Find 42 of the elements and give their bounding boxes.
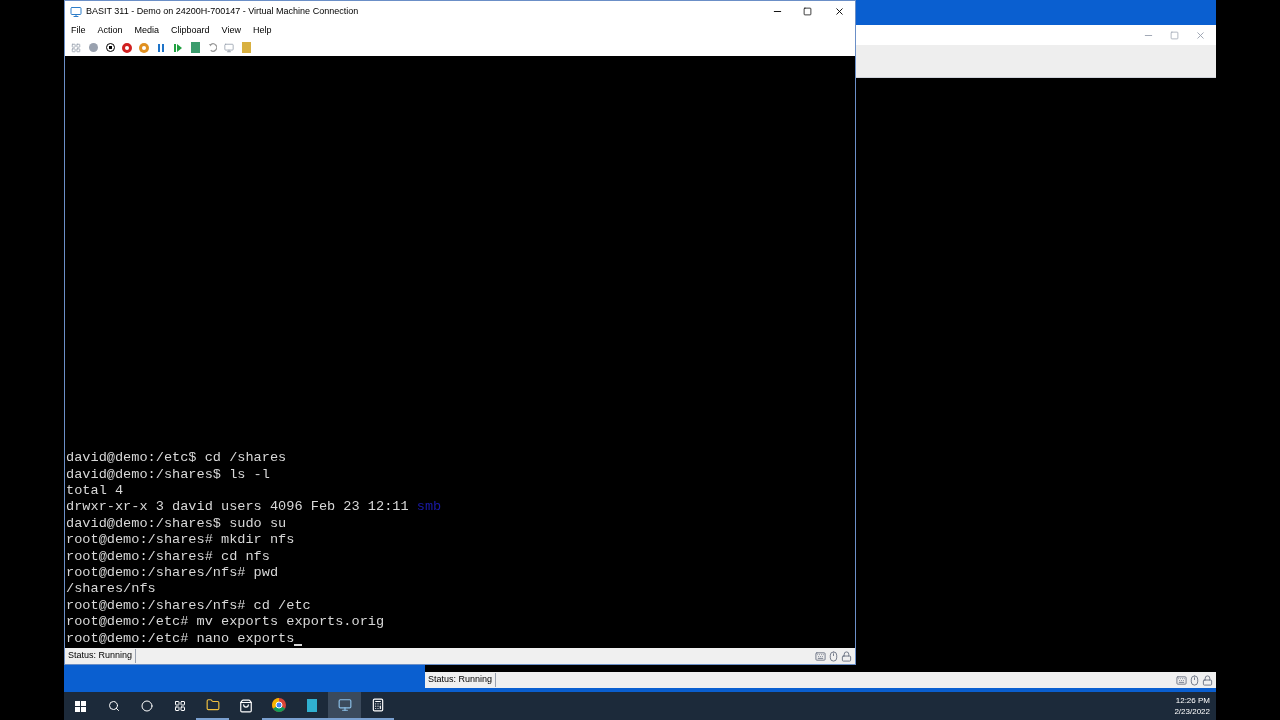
close-icon[interactable]	[834, 6, 845, 17]
terminal-line: root@demo:/shares/nfs# pwd	[66, 565, 279, 582]
terminal-line: total 4	[66, 483, 124, 500]
directory-name: smb	[416, 499, 442, 516]
terminal-line: david@demo:/etc$ cd /shares	[66, 450, 287, 467]
terminal-line: drwxr-xr-x 3 david users 4096 Feb 23 12:11	[66, 499, 410, 516]
folder-icon	[205, 698, 220, 712]
browser-icon	[271, 698, 286, 712]
terminal-line: root@demo:/etc# nano exports	[66, 630, 295, 647]
status-text: Status: Running	[68, 649, 137, 663]
mouse-icon	[1189, 674, 1200, 686]
circle-icon	[140, 700, 153, 712]
shopping-bag-icon	[238, 699, 253, 713]
menu-item[interactable]: Help	[252, 23, 272, 38]
terminal-line: david@demo:/shares$ ls -l	[66, 466, 270, 484]
terminal-line: root@demo:/shares# cd nfs	[66, 548, 270, 566]
search-icon	[107, 700, 120, 712]
menu-item[interactable]: View	[221, 23, 241, 38]
terminal-line: root@demo:/shares/nfs# cd /etc	[66, 597, 311, 615]
status-text: Status: Running	[428, 673, 497, 687]
monitor-icon	[337, 698, 352, 712]
monitor-icon	[70, 5, 82, 18]
calculator-icon	[370, 698, 385, 712]
maximize-icon[interactable]	[803, 7, 812, 16]
mouse-icon	[828, 650, 839, 662]
lock-icon	[841, 650, 852, 662]
menu-item[interactable]: File	[71, 23, 86, 38]
clock-date[interactable]: 2/23/2022	[1174, 706, 1210, 717]
menu-item[interactable]: Action	[97, 23, 123, 38]
keyboard-icon	[1176, 674, 1187, 686]
terminal-line: david@demo:/shares$ sudo su	[66, 515, 287, 533]
task-view-icon	[173, 700, 186, 712]
windows-icon	[75, 700, 86, 712]
terminal-line: root@demo:/etc# mv exports exports.orig	[66, 614, 385, 631]
terminal-line: /shares/nfs	[66, 581, 156, 598]
lock-icon	[1202, 674, 1213, 686]
clock-time[interactable]: 12:26 PM	[1175, 695, 1210, 706]
terminal-line: root@demo:/shares# mkdir nfs	[66, 532, 295, 549]
menu-item[interactable]: Clipboard	[171, 23, 210, 38]
menu-item[interactable]: Media	[134, 23, 160, 38]
keyboard-icon	[815, 650, 826, 662]
window-title: BASIT 311 - Demo on 24200H-700147 - Virtual Machine Connection	[86, 4, 359, 18]
